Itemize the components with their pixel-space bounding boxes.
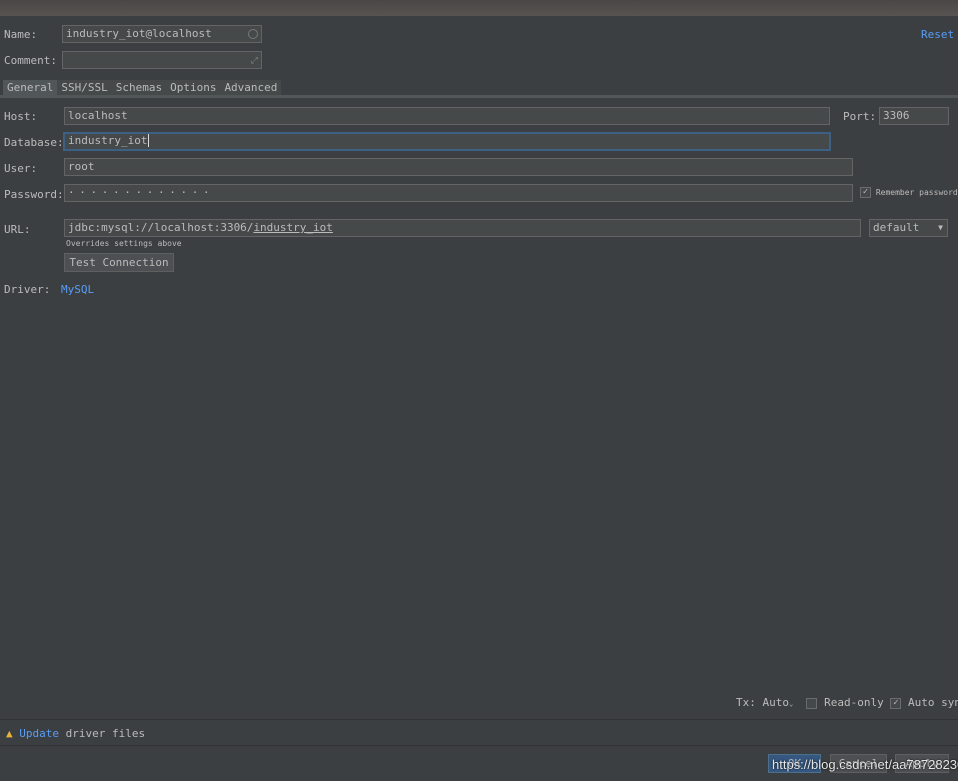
update-driver-link[interactable]: Update	[19, 727, 59, 740]
password-label: Password:	[4, 188, 64, 201]
warning-text: driver files	[65, 727, 146, 740]
options-bar: Tx: Auto⌄ Read-only ✓ Auto sync	[736, 696, 958, 709]
url-mode-value: default	[873, 221, 920, 234]
auto-sync-checkbox[interactable]: ✓	[890, 697, 902, 709]
remember-password-label: Remember password	[875, 188, 958, 197]
host-label: Host:	[4, 110, 38, 123]
color-circle-icon[interactable]	[248, 29, 258, 39]
url-label: URL:	[4, 223, 31, 236]
comment-input[interactable]: ⤢	[62, 51, 262, 69]
driver-link[interactable]: MySQL	[61, 283, 94, 296]
divider	[0, 745, 958, 746]
driver-warning: ▲ Update driver files	[6, 727, 145, 740]
warning-icon: ▲	[6, 727, 13, 740]
tx-label: Tx:	[736, 696, 756, 709]
tab-general[interactable]: General	[3, 80, 58, 95]
user-label: User:	[4, 162, 38, 175]
database-value: industry_iot	[68, 134, 148, 147]
expand-icon[interactable]: ⤢	[251, 53, 258, 68]
url-database: industry_iot	[253, 221, 333, 234]
comment-label: Comment:	[4, 54, 57, 67]
title-bar	[0, 0, 958, 16]
password-input[interactable]: · · · · · · · · · · · · ·	[64, 184, 853, 202]
test-connection-button[interactable]: Test Connection	[64, 253, 174, 272]
tx-value: Auto	[762, 696, 790, 709]
database-input[interactable]: industry_iot	[63, 132, 831, 151]
tab-ssh-ssl[interactable]: SSH/SSL	[57, 80, 111, 95]
tab-schemas[interactable]: Schemas	[112, 80, 166, 95]
database-label: Database:	[4, 136, 64, 149]
reset-link[interactable]: Reset	[921, 28, 954, 41]
dropdown-arrow-icon: ▼	[938, 223, 943, 232]
port-label: Port:	[843, 110, 877, 123]
tab-bar: General SSH/SSL Schemas Options Advanced	[3, 80, 282, 95]
read-only-checkbox[interactable]	[806, 697, 818, 709]
host-input[interactable]: localhost	[64, 107, 830, 125]
watermark: https://blog.csdn.net/aa787282301	[772, 757, 958, 772]
user-input[interactable]: root	[64, 158, 853, 176]
name-value: industry_iot@localhost	[66, 27, 212, 40]
tab-advanced[interactable]: Advanced	[220, 80, 281, 95]
tab-options[interactable]: Options	[166, 80, 220, 95]
remember-password-checkbox[interactable]: ✓ Remember password	[860, 187, 958, 198]
url-hint: Overrides settings above	[66, 239, 182, 248]
checkbox-checked-icon: ✓	[860, 187, 871, 198]
name-input[interactable]: industry_iot@localhost	[62, 25, 262, 43]
auto-sync-label: Auto sync	[907, 696, 958, 709]
divider	[0, 719, 958, 720]
read-only-label: Read-only	[824, 696, 884, 709]
chevron-down-icon: ⌄	[789, 700, 794, 708]
driver-label: Driver:	[4, 283, 51, 296]
tab-divider	[0, 95, 958, 98]
port-input[interactable]: 3306	[879, 107, 949, 125]
text-cursor	[148, 134, 150, 147]
name-label: Name:	[4, 28, 38, 41]
tx-select[interactable]: Auto⌄	[763, 696, 794, 709]
url-mode-select[interactable]: default ▼	[869, 219, 948, 237]
url-prefix: jdbc:mysql://localhost:3306/	[68, 221, 254, 234]
url-input[interactable]: jdbc:mysql://localhost:3306/industry_iot	[64, 219, 861, 237]
